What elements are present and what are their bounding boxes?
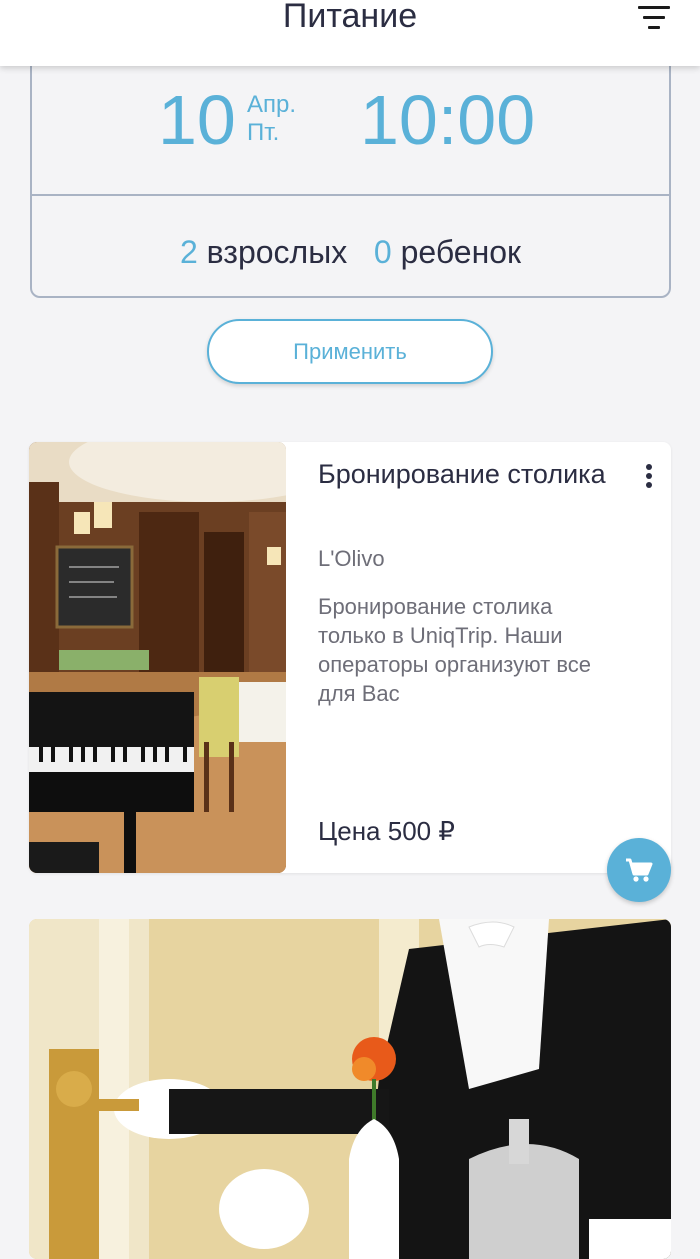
date-month: Апр. [247, 91, 297, 118]
date-day[interactable]: 10 [158, 80, 236, 160]
date-weekday: Пт. [247, 119, 280, 146]
apply-button[interactable]: Применить [207, 319, 493, 384]
children-count: 0 [373, 234, 392, 270]
adults-label: взрослых [206, 234, 348, 270]
filter-icon[interactable] [638, 4, 674, 32]
booking-parameters: 10 Апр. Пт. 10:00 2 взрослых 0 ребенок [30, 40, 671, 298]
cart-icon[interactable] [607, 838, 671, 902]
offer-card-image[interactable] [29, 919, 671, 1259]
guests-selector[interactable]: 2 взрослых 0 ребенок [32, 234, 669, 271]
offer-title: Бронирование столика [318, 459, 606, 489]
time-value[interactable]: 10:00 [360, 80, 535, 160]
more-vertical-icon[interactable] [645, 464, 653, 492]
offer-description: Бронирование столика только в UniqTrip. … [318, 594, 592, 706]
children-label: ребенок [400, 234, 522, 270]
adults-count: 2 [179, 234, 198, 270]
offer-card[interactable]: Бронирование столика L'Olivo Бронировани… [29, 442, 671, 902]
app-header: Питание [0, 0, 700, 66]
offer-image [29, 442, 286, 873]
divider [32, 194, 669, 196]
page-title: Питание [282, 0, 418, 35]
offer-price: Цена 500 ₽ [318, 816, 455, 846]
offer-venue: L'Olivo [318, 546, 385, 571]
